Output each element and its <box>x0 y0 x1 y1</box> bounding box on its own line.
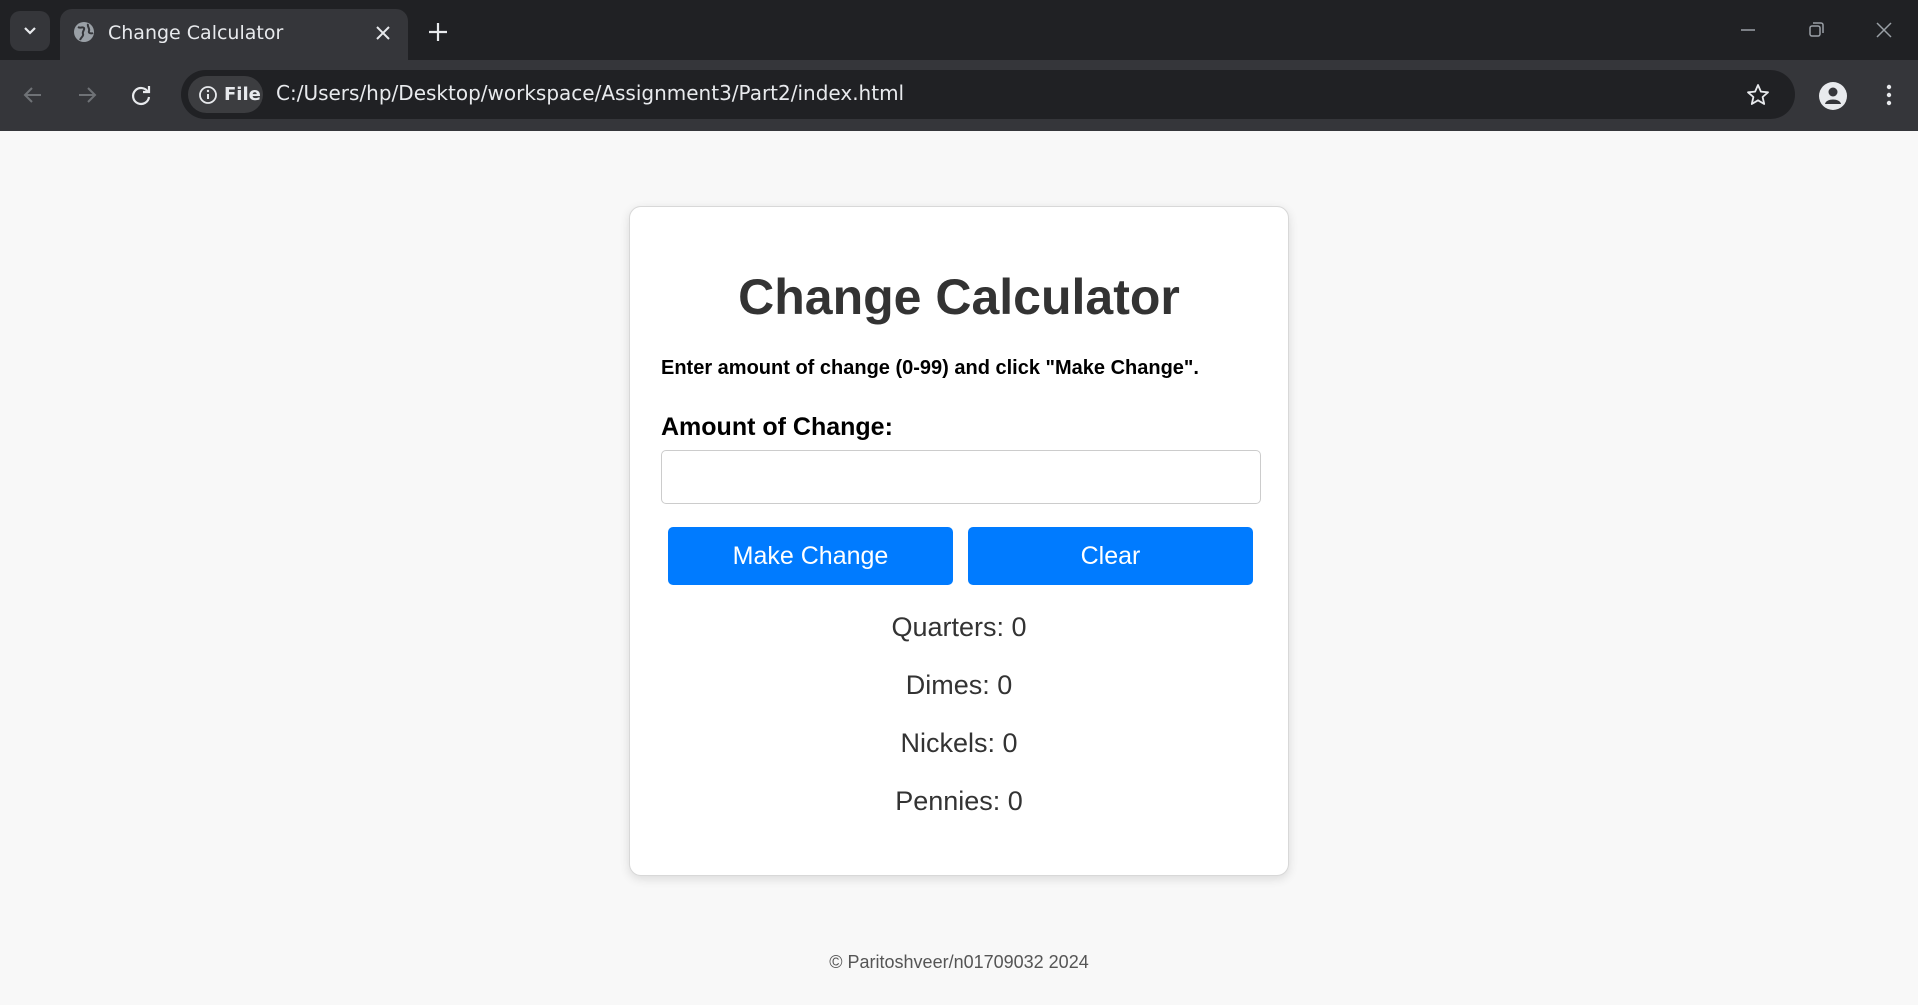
quarters-result: Quarters: 0 <box>891 612 1027 642</box>
pennies-result: Pennies: 0 <box>895 786 1023 816</box>
amount-input[interactable] <box>661 450 1261 504</box>
star-icon[interactable] <box>1745 82 1771 108</box>
nickels-result: Nickels: 0 <box>900 728 1018 758</box>
dimes-result: Dimes: 0 <box>905 670 1013 700</box>
address-bar[interactable]: File C:/Users/hp/Desktop/workspace/Assig… <box>181 70 1795 119</box>
active-tab[interactable]: Change Calculator <box>60 9 408 60</box>
tab-title: Change Calculator <box>108 22 284 44</box>
globe-icon <box>74 22 94 42</box>
clear-button[interactable]: Clear <box>968 527 1253 585</box>
url-text[interactable]: C:/Users/hp/Desktop/workspace/Assignment… <box>276 81 904 105</box>
instructions-text: Enter amount of change (0-99) and click … <box>661 357 1199 379</box>
site-info-chip[interactable]: File <box>188 76 263 113</box>
site-chip-label: File <box>224 84 261 105</box>
footer-text: © Paritoshveer/n01709032 2024 <box>829 952 1089 972</box>
reload-icon[interactable] <box>126 80 156 110</box>
info-icon <box>199 86 217 104</box>
plus-icon[interactable] <box>424 18 452 46</box>
page-title: Change Calculator <box>738 269 1180 325</box>
more-vert-icon[interactable] <box>1874 80 1904 110</box>
tab-strip: Change Calculator <box>0 0 1918 60</box>
calculator-card: Change Calculator Enter amount of change… <box>629 206 1289 876</box>
window-close-icon[interactable] <box>1872 18 1896 42</box>
make-change-button[interactable]: Make Change <box>668 527 953 585</box>
browser-toolbar: File C:/Users/hp/Desktop/workspace/Assig… <box>0 60 1918 131</box>
restore-icon[interactable] <box>1804 18 1828 42</box>
back-arrow-icon[interactable] <box>18 80 48 110</box>
profile-icon[interactable] <box>1817 80 1849 112</box>
minimize-icon[interactable] <box>1736 18 1760 42</box>
tab-list-icon <box>24 27 36 35</box>
amount-label: Amount of Change: <box>661 413 893 441</box>
close-icon[interactable] <box>371 21 395 45</box>
forward-arrow-icon[interactable] <box>72 80 102 110</box>
tab-list-button[interactable] <box>10 11 50 51</box>
